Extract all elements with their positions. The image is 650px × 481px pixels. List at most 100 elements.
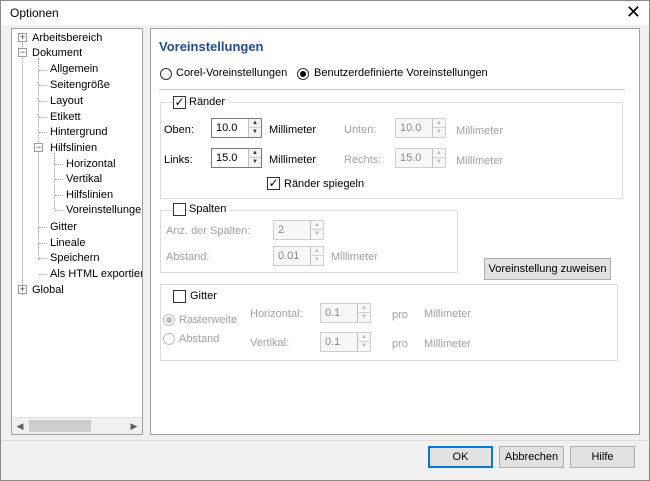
tree-item-vertikal[interactable]: Vertikal [66, 172, 102, 186]
bottom-unit: Millimeter [456, 125, 504, 137]
tree-item-horizontal[interactable]: Horizontal [66, 157, 116, 171]
top-label: Oben: [164, 124, 194, 136]
tree-branch [55, 195, 63, 196]
spin-down-icon[interactable]: ▼ [433, 158, 445, 167]
cancel-button[interactable]: Abbrechen [499, 446, 564, 468]
spin-down-icon[interactable]: ▼ [311, 256, 323, 265]
column-count-value: 2 [278, 224, 285, 236]
tree-item-label: Vertikal [66, 173, 103, 185]
spin-up-icon[interactable]: ▲ [311, 247, 323, 256]
spin-up-icon[interactable]: ▲ [249, 149, 261, 158]
tree-item-etikett[interactable]: Etikett [50, 110, 81, 124]
tree-item-layout[interactable]: Layout [50, 94, 83, 108]
assign-preset-button[interactable]: Voreinstellung zuweisen [484, 258, 611, 280]
radio-grid-distance-label: Abstand [179, 333, 220, 345]
grid-checkbox[interactable] [173, 290, 186, 303]
tree-item-seitengroesse[interactable]: Seitengröße [50, 78, 110, 92]
column-gap-label: Abstand: [166, 251, 210, 263]
tree-branch [55, 210, 63, 211]
tree-branch [39, 258, 47, 259]
title-bar: Optionen ✕ [1, 1, 649, 25]
grid-vertical-stepper[interactable]: 0.1 ▲ ▼ [320, 332, 371, 352]
tree-branch [39, 243, 47, 244]
tree-item-allgemein[interactable]: Allgemein [50, 62, 98, 76]
radio-custom-label: Benutzerdefinierte Voreinstellungen [314, 67, 488, 79]
scroll-left-icon[interactable]: ◀ [12, 418, 28, 434]
settings-panel: Voreinstellungen Corel-Voreinstellungen … [150, 28, 640, 435]
footer-divider [1, 440, 649, 441]
tree-branch [39, 274, 47, 275]
spin-down-icon[interactable]: ▼ [249, 158, 261, 167]
tree-item-lineale[interactable]: Lineale [50, 236, 85, 250]
bottom-label: Unten: [344, 124, 377, 136]
spin-down-icon[interactable]: ▼ [358, 313, 370, 322]
spin-up-icon[interactable]: ▲ [433, 149, 445, 158]
spin-up-icon[interactable]: ▲ [433, 119, 445, 128]
top-margin-stepper[interactable]: 10.0 ▲ ▼ [211, 118, 262, 138]
radio-custom-presets[interactable] [297, 68, 309, 80]
tree-item-label: Hilfslinien [66, 189, 114, 201]
tree-branch [39, 117, 47, 118]
spin-up-icon[interactable]: ▲ [358, 304, 370, 313]
tree-item-voreinstellungen[interactable]: Voreinstellungen [66, 203, 142, 217]
tree-connector [54, 153, 55, 209]
radio-grid-distance[interactable] [163, 333, 175, 345]
columns-checkbox[interactable] [173, 203, 186, 216]
tree-item-label: Hilfslinien [50, 142, 98, 154]
right-margin-stepper[interactable]: 15.0 ▲ ▼ [395, 148, 446, 168]
mirror-margins-label: Ränder spiegeln [284, 178, 365, 190]
top-unit: Millimeter [269, 124, 317, 136]
close-icon[interactable]: ✕ [626, 2, 641, 22]
spin-down-icon[interactable]: ▼ [433, 128, 445, 137]
spin-up-icon[interactable]: ▲ [311, 221, 323, 230]
column-gap-stepper[interactable]: 0.01 ▲ ▼ [273, 246, 324, 266]
tree-item-label: Layout [50, 95, 84, 107]
scroll-thumb[interactable] [29, 420, 91, 432]
collapse-icon[interactable]: − [18, 48, 27, 57]
tree-item-hilfslinien-sub[interactable]: Hilfslinien [66, 188, 113, 202]
bottom-margin-stepper[interactable]: 10.0 ▲ ▼ [395, 118, 446, 138]
spin-down-icon[interactable]: ▼ [358, 342, 370, 351]
tree-item-label: Etikett [50, 111, 81, 123]
tree-item-speichern[interactable]: Speichern [50, 251, 100, 265]
expand-icon[interactable]: + [18, 33, 27, 42]
right-margin-value: 15.0 [400, 152, 422, 164]
spin-up-icon[interactable]: ▲ [358, 333, 370, 342]
tree-item-label: Allgemein [50, 63, 99, 75]
left-margin-value: 15.0 [216, 152, 238, 164]
margins-checkbox[interactable]: ✓ [173, 96, 186, 109]
tree-connector [22, 43, 23, 295]
grid-vertical-value: 0.1 [325, 336, 341, 348]
tree-item-label: Hintergrund [50, 126, 108, 138]
tree-branch [39, 227, 47, 228]
help-button[interactable]: Hilfe [570, 446, 635, 468]
tree-horizontal-scrollbar[interactable]: ◀ ▶ [12, 417, 142, 434]
options-tree[interactable]: + Arbeitsbereich − Dokument Allgemein Se… [11, 28, 143, 435]
grid-horizontal-label: Horizontal: [250, 308, 303, 320]
tree-item-hintergrund[interactable]: Hintergrund [50, 125, 107, 139]
tree-item-html-export[interactable]: Als HTML exportieren [50, 267, 142, 281]
tree-item-label: Arbeitsbereich [32, 32, 103, 44]
mirror-margins-checkbox[interactable]: ✓ [267, 177, 280, 190]
radio-grid-spacing[interactable] [163, 314, 175, 326]
column-gap-unit: Millimeter [331, 251, 379, 263]
spin-up-icon[interactable]: ▲ [249, 119, 261, 128]
expand-icon[interactable]: + [18, 285, 27, 294]
radio-corel-presets[interactable] [160, 68, 172, 80]
tree-branch [55, 164, 63, 165]
scroll-right-icon[interactable]: ▶ [126, 418, 142, 434]
column-count-stepper[interactable]: 2 ▲ ▼ [273, 220, 324, 240]
spin-down-icon[interactable]: ▼ [311, 230, 323, 239]
grid-horizontal-stepper[interactable]: 0.1 ▲ ▼ [320, 303, 371, 323]
collapse-icon[interactable]: − [34, 143, 43, 152]
column-gap-value: 0.01 [278, 250, 300, 262]
spin-down-icon[interactable]: ▼ [249, 128, 261, 137]
margins-label: Ränder [189, 96, 229, 108]
tree-item-label: Gitter [50, 221, 77, 233]
left-label: Links: [164, 154, 193, 166]
tree-item-gitter[interactable]: Gitter [50, 220, 77, 234]
ok-button[interactable]: OK [428, 446, 493, 468]
left-margin-stepper[interactable]: 15.0 ▲ ▼ [211, 148, 262, 168]
tree-branch [39, 85, 47, 86]
tree-branch [39, 132, 47, 133]
